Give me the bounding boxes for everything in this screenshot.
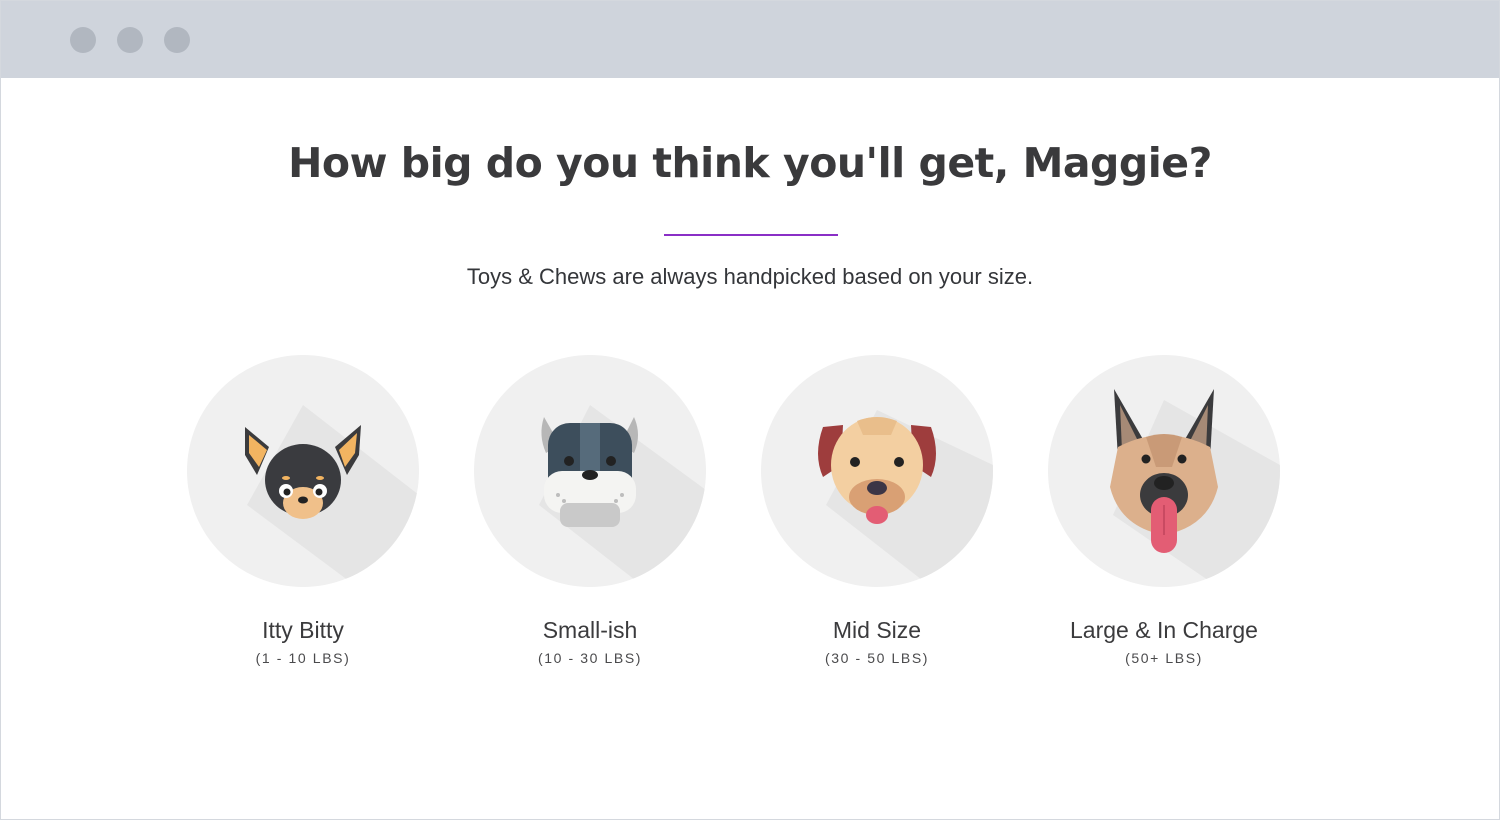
browser-window: How big do you think you'll get, Maggie?… bbox=[0, 0, 1500, 820]
size-option-range: (1 - 10 LBS) bbox=[255, 650, 351, 666]
german-shepherd-icon bbox=[1110, 389, 1280, 587]
size-option-image bbox=[474, 355, 706, 587]
size-option-range: (10 - 30 LBS) bbox=[537, 650, 643, 666]
size-option-mid-size[interactable]: Mid Size (30 - 50 LBS) bbox=[761, 355, 993, 666]
size-option-large-in-charge[interactable]: Large & In Charge (50+ LBS) bbox=[1048, 355, 1280, 666]
window-close-dot[interactable] bbox=[70, 27, 96, 53]
bulldog-icon bbox=[539, 405, 706, 587]
chihuahua-icon bbox=[245, 405, 419, 587]
window-titlebar bbox=[1, 1, 1499, 78]
size-option-small-ish[interactable]: Small-ish (10 - 30 LBS) bbox=[474, 355, 706, 666]
title-divider bbox=[664, 234, 838, 236]
size-option-image bbox=[187, 355, 419, 587]
retriever-icon bbox=[818, 410, 993, 587]
size-option-image bbox=[761, 355, 993, 587]
page-title: How big do you think you'll get, Maggie? bbox=[288, 139, 1212, 187]
size-option-image bbox=[1048, 355, 1280, 587]
window-maximize-dot[interactable] bbox=[164, 27, 190, 53]
size-option-range: (30 - 50 LBS) bbox=[824, 650, 930, 666]
size-option-range: (50+ LBS) bbox=[1125, 650, 1203, 666]
window-minimize-dot[interactable] bbox=[117, 27, 143, 53]
size-option-itty-bitty[interactable]: Itty Bitty (1 - 10 LBS) bbox=[187, 355, 419, 666]
page-subtitle: Toys & Chews are always handpicked based… bbox=[466, 264, 1034, 289]
size-option-label: Itty Bitty bbox=[262, 617, 344, 643]
size-option-label: Mid Size bbox=[832, 617, 922, 643]
size-option-label: Large & In Charge bbox=[1070, 617, 1258, 643]
size-option-label: Small-ish bbox=[542, 617, 638, 643]
